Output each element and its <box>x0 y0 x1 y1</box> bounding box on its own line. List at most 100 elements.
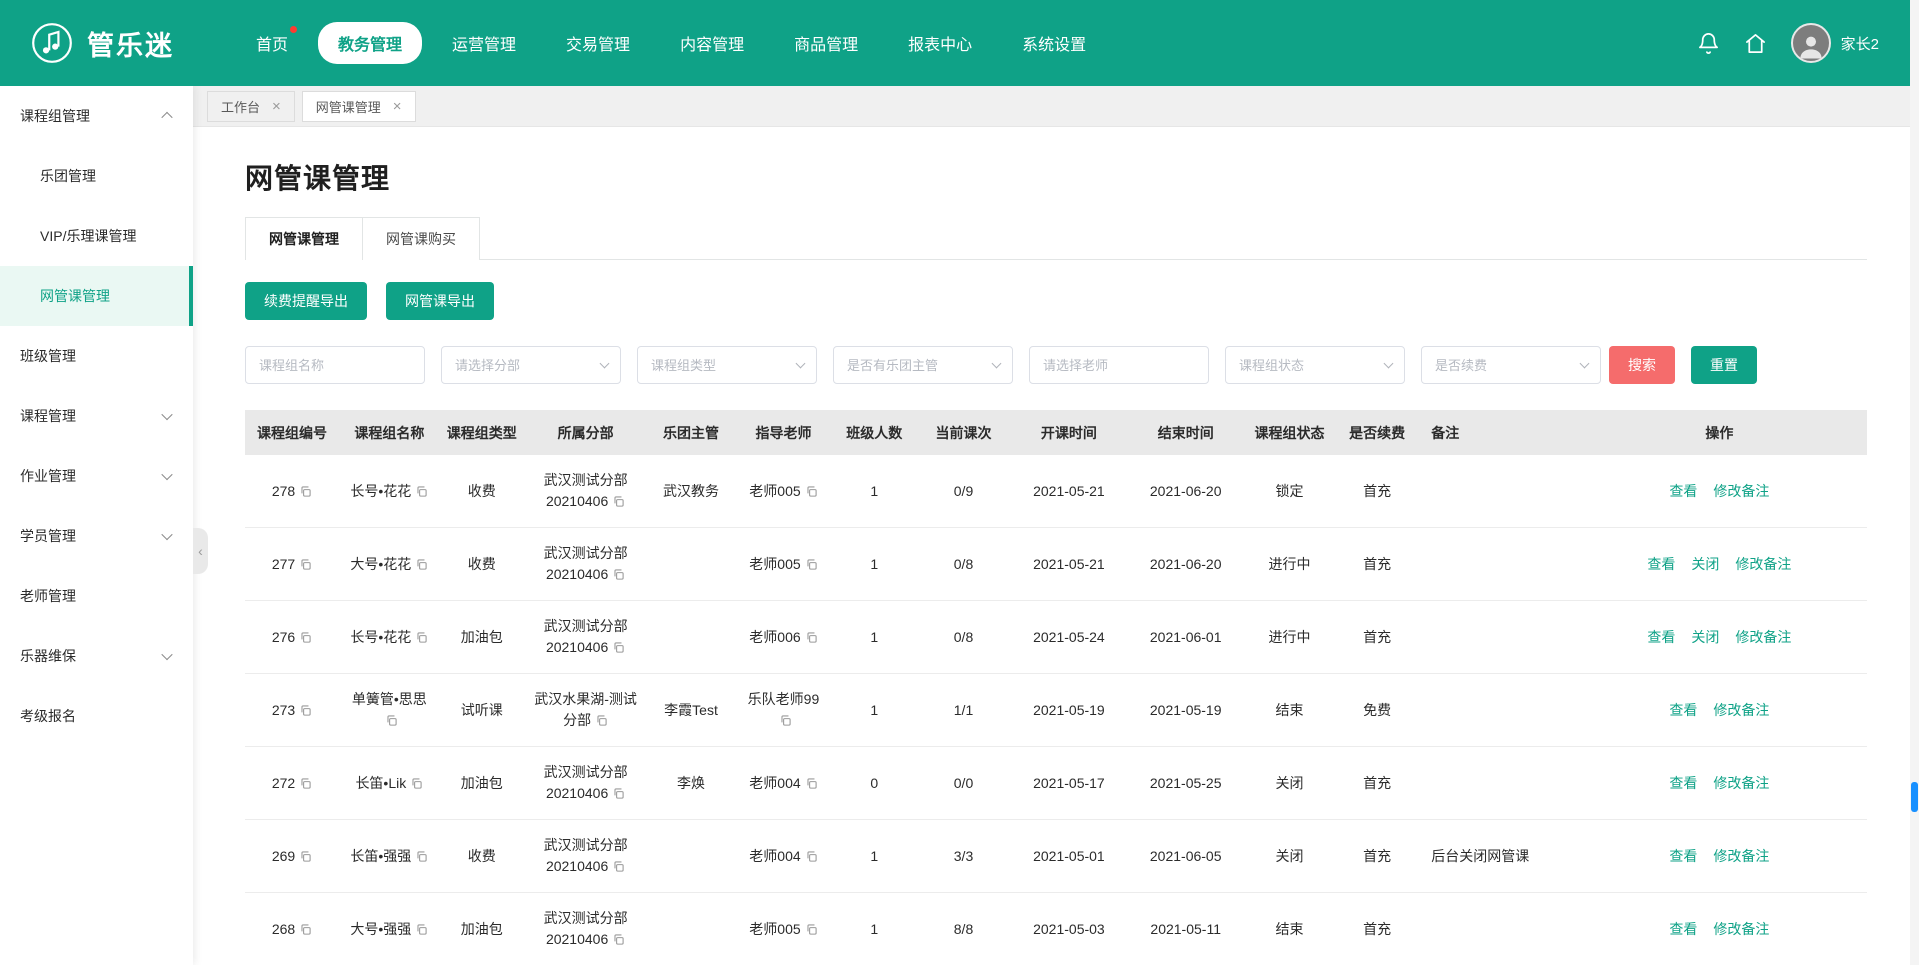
action-view[interactable]: 查看 <box>1669 773 1697 794</box>
scrollbar-thumb[interactable] <box>1911 782 1918 812</box>
column-header: 乐团主管 <box>647 410 735 455</box>
nav-item-academic[interactable]: 教务管理 <box>318 22 422 64</box>
copy-icon[interactable] <box>299 704 312 717</box>
sidebar-subitem-vip-theory-mgmt[interactable]: VIP/乐理课管理 <box>0 206 193 266</box>
cell-actions: 查看修改备注 <box>1572 893 1867 965</box>
tab-online-course-purchase[interactable]: 网管课购买 <box>362 217 480 260</box>
search-button[interactable]: 搜索 <box>1609 346 1675 384</box>
cell-status: 锁定 <box>1244 455 1335 528</box>
copy-icon[interactable] <box>805 923 818 936</box>
action-view[interactable]: 查看 <box>1669 481 1697 502</box>
cell-course-group-id-text: 272 <box>272 775 295 791</box>
home-icon[interactable] <box>1744 32 1767 55</box>
copy-icon[interactable] <box>415 923 428 936</box>
copy-icon[interactable] <box>415 485 428 498</box>
close-icon[interactable]: × <box>393 99 402 114</box>
filter-course-group-name-input[interactable] <box>245 346 425 384</box>
copy-icon[interactable] <box>299 923 312 936</box>
action-close[interactable]: 关闭 <box>1691 554 1719 575</box>
cell-current-session: 0/8 <box>916 601 1010 674</box>
copy-icon[interactable] <box>805 850 818 863</box>
renew-reminder-export-button[interactable]: 续费提醒导出 <box>245 282 367 320</box>
copy-icon[interactable] <box>415 850 428 863</box>
nav-item-home[interactable]: 首页 <box>236 22 308 64</box>
cell-course-group-type: 加油包 <box>440 747 524 820</box>
cell-renew: 免费 <box>1335 674 1419 747</box>
sidebar-item-student-mgmt[interactable]: 学员管理 <box>0 506 193 566</box>
action-view[interactable]: 查看 <box>1669 700 1697 721</box>
nav-item-goods[interactable]: 商品管理 <box>774 22 878 64</box>
nav-item-trade[interactable]: 交易管理 <box>546 22 650 64</box>
cell-actions: 查看修改备注 <box>1572 820 1867 893</box>
nav-item-operations[interactable]: 运营管理 <box>432 22 536 64</box>
copy-icon[interactable] <box>299 558 312 571</box>
action-edit-remark[interactable]: 修改备注 <box>1735 627 1791 648</box>
window-tab-label: 工作台 <box>221 97 260 116</box>
action-edit-remark[interactable]: 修改备注 <box>1713 773 1769 794</box>
sidebar-item-course-mgmt[interactable]: 课程管理 <box>0 386 193 446</box>
action-close[interactable]: 关闭 <box>1691 627 1719 648</box>
nav-item-reports[interactable]: 报表中心 <box>888 22 992 64</box>
sidebar-item-instrument-maintenance[interactable]: 乐器维保 <box>0 626 193 686</box>
copy-icon[interactable] <box>299 631 312 644</box>
copy-icon[interactable] <box>779 714 792 727</box>
filter-teacher-input[interactable] <box>1029 346 1209 384</box>
cell-course-group-name: 大号•强强 <box>339 893 440 965</box>
action-edit-remark[interactable]: 修改备注 <box>1713 846 1769 867</box>
page-scrollbar[interactable] <box>1910 0 1919 965</box>
online-course-export-button[interactable]: 网管课导出 <box>386 282 494 320</box>
filter-course-group-status-select[interactable] <box>1225 346 1405 384</box>
window-tab-online-course-mgmt[interactable]: 网管课管理× <box>302 91 416 122</box>
copy-icon[interactable] <box>612 568 625 581</box>
action-view[interactable]: 查看 <box>1647 554 1675 575</box>
sidebar-collapse-handle[interactable]: ‹ <box>193 528 208 574</box>
user-name[interactable]: 家长2 <box>1841 33 1879 54</box>
sidebar-item-homework-mgmt[interactable]: 作业管理 <box>0 446 193 506</box>
filter-has-orchestra-leader-select[interactable] <box>833 346 1013 384</box>
sidebar-subitem-online-course-mgmt[interactable]: 网管课管理 <box>0 266 193 326</box>
copy-icon[interactable] <box>595 714 608 727</box>
nav-item-content[interactable]: 内容管理 <box>660 22 764 64</box>
action-view[interactable]: 查看 <box>1669 919 1697 940</box>
sidebar-item-exam-registration[interactable]: 考级报名 <box>0 686 193 746</box>
copy-icon[interactable] <box>612 860 625 873</box>
copy-icon[interactable] <box>612 641 625 654</box>
copy-icon[interactable] <box>805 631 818 644</box>
copy-icon[interactable] <box>415 631 428 644</box>
action-edit-remark[interactable]: 修改备注 <box>1713 700 1769 721</box>
filter-is-renew <box>1421 346 1601 384</box>
copy-icon[interactable] <box>299 777 312 790</box>
copy-icon[interactable] <box>385 714 398 727</box>
copy-icon[interactable] <box>299 850 312 863</box>
action-edit-remark[interactable]: 修改备注 <box>1713 919 1769 940</box>
sidebar-item-course-group-mgmt[interactable]: 课程组管理 <box>0 86 193 146</box>
sidebar-item-teacher-mgmt[interactable]: 老师管理 <box>0 566 193 626</box>
copy-icon[interactable] <box>299 485 312 498</box>
action-edit-remark[interactable]: 修改备注 <box>1713 481 1769 502</box>
cell-course-group-type-text: 加油包 <box>461 921 503 937</box>
nav-item-settings[interactable]: 系统设置 <box>1002 22 1106 64</box>
tab-online-course-mgmt[interactable]: 网管课管理 <box>245 217 363 260</box>
sidebar-subitem-orchestra-mgmt[interactable]: 乐团管理 <box>0 146 193 206</box>
filter-branch-select[interactable] <box>441 346 621 384</box>
reset-button[interactable]: 重置 <box>1691 346 1757 384</box>
copy-icon[interactable] <box>805 558 818 571</box>
notifications-bell-icon[interactable] <box>1697 32 1720 55</box>
copy-icon[interactable] <box>805 777 818 790</box>
action-view[interactable]: 查看 <box>1669 846 1697 867</box>
close-icon[interactable]: × <box>272 99 281 114</box>
filter-course-group-type-select[interactable] <box>637 346 817 384</box>
copy-icon[interactable] <box>415 558 428 571</box>
user-avatar[interactable] <box>1791 23 1831 63</box>
action-edit-remark[interactable]: 修改备注 <box>1735 554 1791 575</box>
filter-is-renew-select[interactable] <box>1421 346 1601 384</box>
table-row: 269长笛•强强收费武汉测试分部20210406老师00413/32021-05… <box>245 820 1867 893</box>
action-view[interactable]: 查看 <box>1647 627 1675 648</box>
copy-icon[interactable] <box>612 933 625 946</box>
copy-icon[interactable] <box>612 787 625 800</box>
copy-icon[interactable] <box>410 777 423 790</box>
copy-icon[interactable] <box>805 485 818 498</box>
sidebar-item-class-mgmt[interactable]: 班级管理 <box>0 326 193 386</box>
copy-icon[interactable] <box>612 495 625 508</box>
window-tab-workbench[interactable]: 工作台 × <box>207 91 295 122</box>
